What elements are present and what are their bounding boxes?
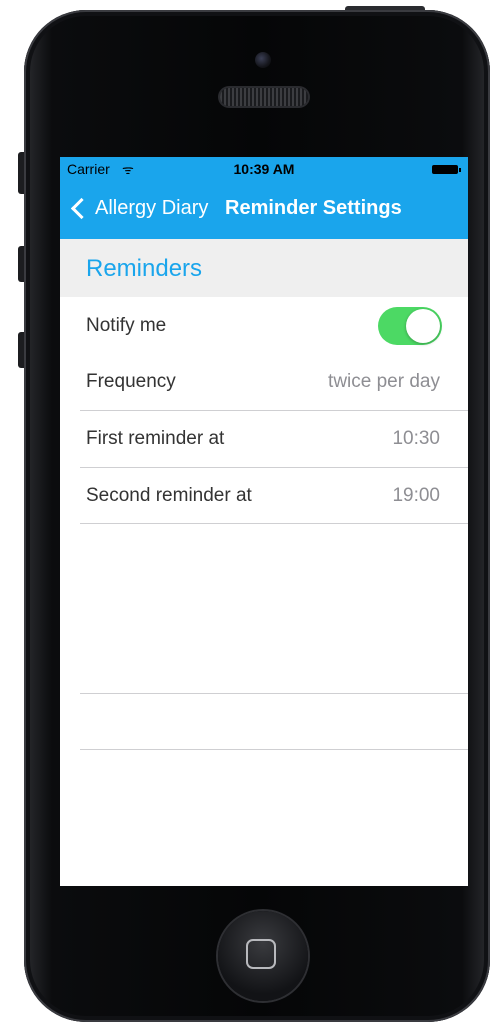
row-divider [80,523,468,524]
chevron-left-icon [70,197,93,220]
second-reminder-row[interactable]: Second reminder at 19:00 [60,468,468,524]
second-reminder-value: 19:00 [392,485,440,506]
empty-row-divider [80,693,468,694]
status-time: 10:39 AM [233,161,295,177]
frequency-value: twice per day [328,371,440,392]
home-button[interactable] [218,911,308,1001]
home-square-icon [246,939,276,969]
back-button[interactable]: Allergy Diary [70,197,208,220]
toggle-knob [406,309,440,343]
notify-me-label: Notify me [86,315,167,336]
first-reminder-label: First reminder at [86,428,225,449]
empty-row-divider [80,749,468,750]
speaker-grille [220,88,308,106]
navigation-bar: Allergy Diary Reminder Settings [60,181,468,239]
section-header: Reminders [60,239,468,297]
section-title: Reminders [86,255,203,282]
status-bar: Carrier ᯤ 10:39 AM [60,157,468,181]
frequency-label: Frequency [86,371,176,392]
back-button-label: Allergy Diary [95,197,209,219]
second-reminder-label: Second reminder at [86,485,252,506]
camera-icon [255,52,271,68]
page-title: Reminder Settings [225,197,402,219]
notify-me-toggle[interactable] [378,307,442,345]
first-reminder-value: 10:30 [392,428,440,449]
battery-icon [432,165,461,174]
frequency-row[interactable]: Frequency twice per day [60,354,468,410]
first-reminder-row[interactable]: First reminder at 10:30 [60,411,468,467]
app-screen: Carrier ᯤ 10:39 AM Allergy Diary Reminde… [60,157,468,886]
notify-me-row: Notify me [60,298,468,354]
